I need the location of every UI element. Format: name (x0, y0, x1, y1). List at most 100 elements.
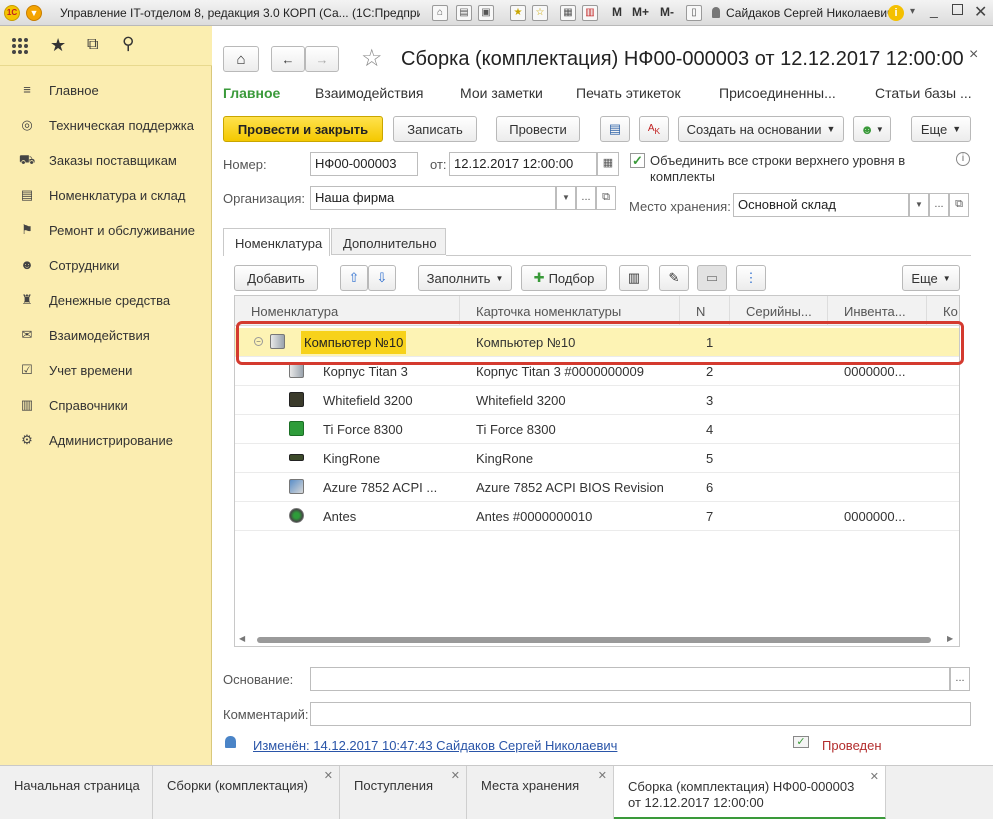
tab-assemblies[interactable]: Сборки (комплектация) ✕ (153, 766, 340, 819)
home-button[interactable]: ⌂ (223, 46, 259, 72)
close-form-icon[interactable]: × (969, 46, 978, 64)
table-row[interactable]: Whitefield 3200 Whitefield 3200 3 (235, 386, 959, 415)
tab-receipts[interactable]: Поступления ✕ (340, 766, 467, 819)
users-button[interactable]: ☻ ▼ (853, 116, 891, 142)
merge-info-icon[interactable]: i (956, 152, 970, 166)
calculator-icon[interactable]: ▦ (560, 5, 576, 21)
favorites-icon[interactable]: ☆ (532, 5, 548, 21)
back-button[interactable]: ← (271, 46, 305, 72)
favorites-add-icon[interactable]: ★ (510, 5, 526, 21)
merge-checkbox[interactable]: ✓ (630, 153, 645, 168)
sidebar-item-money[interactable]: ♜ Денежные средства (18, 290, 170, 310)
tab-nomenclature[interactable]: Номенклатура (223, 228, 330, 256)
add-button[interactable]: Добавить (234, 265, 318, 291)
money-bag-icon: ♜ (21, 292, 33, 307)
sidebar-item-support[interactable]: ◎ Техническая поддержка (18, 115, 194, 135)
fill-button[interactable]: Заполнить ▼ (418, 265, 512, 291)
cooler-icon (289, 508, 304, 523)
nav-attached[interactable]: Присоединенны... (719, 85, 836, 101)
changed-link[interactable]: Изменён: 14.12.2017 10:47:43 Сайдаков Се… (253, 738, 617, 753)
org-open-button[interactable]: ⧉ (596, 186, 616, 210)
pick-button[interactable]: ✚ Подбор (521, 265, 607, 291)
move-down-button[interactable]: ⇩ (368, 265, 396, 291)
search-icon[interactable]: ⚲ (122, 34, 134, 54)
more-button[interactable]: Еще ▼ (911, 116, 971, 142)
scanner-button[interactable]: ✎ (659, 265, 689, 291)
nav-main[interactable]: Главное (223, 85, 280, 101)
history-icon[interactable]: ⧉ (87, 36, 98, 54)
memory-mminus-button[interactable]: M- (660, 5, 674, 19)
nav-kb-articles[interactable]: Статьи базы ... (875, 85, 972, 101)
date-field[interactable]: 12.12.2017 12:00:00 (449, 152, 597, 176)
calendar-button[interactable]: ▦ (597, 152, 619, 176)
hierarchy-button[interactable]: ⋮ (736, 265, 766, 291)
sidebar-item-employees[interactable]: ☻ Сотрудники (18, 255, 119, 275)
nav-notes[interactable]: Мои заметки (460, 85, 543, 101)
sidebar-item-nomenclature[interactable]: ▤ Номенклатура и склад (18, 185, 186, 205)
sidebar-item-main[interactable]: ≡ Главное (18, 80, 98, 100)
sidebar-item-interactions[interactable]: ✉ Взаимодействия (18, 325, 150, 345)
panel-layout-icon[interactable]: ▯ (686, 5, 702, 21)
close-tab-icon[interactable]: ✕ (324, 769, 333, 782)
maximize-icon[interactable] (952, 4, 963, 15)
favorite-star-icon[interactable]: ☆ (361, 44, 383, 73)
sidebar-item-admin[interactable]: ⚙ Администрирование (18, 430, 173, 450)
org-dropdown-button[interactable]: ▼ (556, 186, 576, 210)
storage-open-button[interactable]: ⧉ (949, 193, 969, 217)
table-more-button[interactable]: Еще ▼ (902, 265, 960, 291)
org-select-button[interactable]: ... (576, 186, 596, 210)
preview-icon[interactable]: ▣ (478, 5, 494, 21)
move-up-button[interactable]: ⇧ (340, 265, 368, 291)
tab-additional[interactable]: Дополнительно (331, 228, 446, 255)
create-based-on-button[interactable]: Создать на основании ▼ (678, 116, 844, 142)
nav-interactions[interactable]: Взаимодействия (315, 85, 424, 101)
documents-button[interactable]: ▤ (600, 116, 630, 142)
storage-field[interactable]: Основной склад (733, 193, 909, 217)
basis-select-button[interactable]: ... (950, 667, 970, 691)
table-row[interactable]: Antes Antes #0000000010 7 0000000... (235, 502, 959, 531)
memory-mplus-button[interactable]: M+ (632, 5, 649, 19)
scroll-right-icon[interactable]: ▶ (947, 634, 953, 643)
tab-current-document[interactable]: Сборка (комплектация) НФ00-000003 от 12.… (614, 766, 886, 819)
table-row[interactable]: Ti Force 8300 Ti Force 8300 4 (235, 415, 959, 444)
minimize-icon[interactable]: _ (930, 2, 938, 18)
close-tab-icon[interactable]: ✕ (451, 769, 460, 782)
horizontal-scrollbar[interactable] (257, 637, 931, 643)
home-small-icon[interactable]: ⌂ (432, 5, 448, 21)
table-row[interactable]: KingRone KingRone 5 (235, 444, 959, 473)
favorites-star-icon[interactable]: ★ (50, 35, 66, 56)
sidebar-item-time[interactable]: ☑ Учет времени (18, 360, 132, 380)
forward-button[interactable]: → (305, 46, 339, 72)
table-row[interactable]: Azure 7852 ACPI ... Azure 7852 ACPI BIOS… (235, 473, 959, 502)
apps-grid-icon[interactable] (12, 38, 28, 54)
close-tab-icon[interactable]: ✕ (870, 769, 879, 785)
save-button[interactable]: Записать (393, 116, 477, 142)
nav-print-labels[interactable]: Печать этикеток (576, 85, 681, 101)
storage-dropdown-button[interactable]: ▼ (909, 193, 929, 217)
sidebar-item-repair[interactable]: ⚑ Ремонт и обслуживание (18, 220, 195, 240)
print-icon[interactable]: ▤ (456, 5, 472, 21)
comment-field[interactable] (310, 702, 971, 726)
folder-button[interactable]: ▭ (697, 265, 727, 291)
tab-home-page[interactable]: Начальная страница (0, 766, 153, 819)
user-name[interactable]: Сайдаков Сергей Николаевич (726, 6, 893, 20)
sidebar-item-references[interactable]: ▥ Справочники (18, 395, 128, 415)
org-field[interactable]: Наша фирма (310, 186, 556, 210)
info-icon[interactable]: i (888, 5, 904, 21)
close-tab-icon[interactable]: ✕ (598, 769, 607, 782)
number-field[interactable]: НФ00-000003 (310, 152, 418, 176)
basis-field[interactable] (310, 667, 950, 691)
tab-storage-places[interactable]: Места хранения ✕ (467, 766, 614, 819)
calendar-icon[interactable]: ▥ (582, 5, 598, 21)
sidebar-item-orders[interactable]: ⛟ Заказы поставщикам (18, 150, 177, 170)
main-menu-icon[interactable]: ▼ (26, 5, 42, 21)
memory-m-button[interactable]: M (612, 5, 622, 19)
close-window-icon[interactable]: ✕ (974, 2, 987, 22)
spellcheck-button[interactable]: AK (639, 116, 669, 142)
storage-select-button[interactable]: ... (929, 193, 949, 217)
dropdown-icon[interactable]: ▾ (910, 6, 915, 17)
scroll-left-icon[interactable]: ◀ (239, 634, 245, 643)
post-button[interactable]: Провести (496, 116, 580, 142)
barcode-button[interactable]: ▥ (619, 265, 649, 291)
post-and-close-button[interactable]: Провести и закрыть (223, 116, 383, 142)
